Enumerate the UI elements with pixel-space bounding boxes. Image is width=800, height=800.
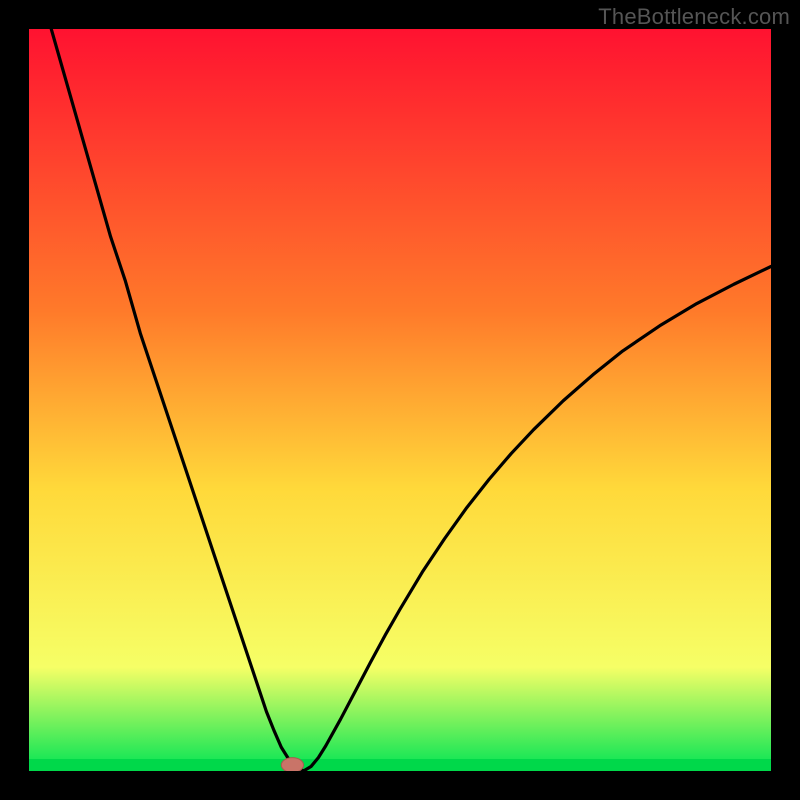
watermark-text: TheBottleneck.com <box>598 4 790 30</box>
green-band <box>29 759 771 771</box>
chart-frame: TheBottleneck.com <box>0 0 800 800</box>
bottleneck-chart <box>29 29 771 771</box>
gradient-background <box>29 29 771 771</box>
plot-area <box>29 29 771 771</box>
minimum-marker <box>281 758 303 771</box>
